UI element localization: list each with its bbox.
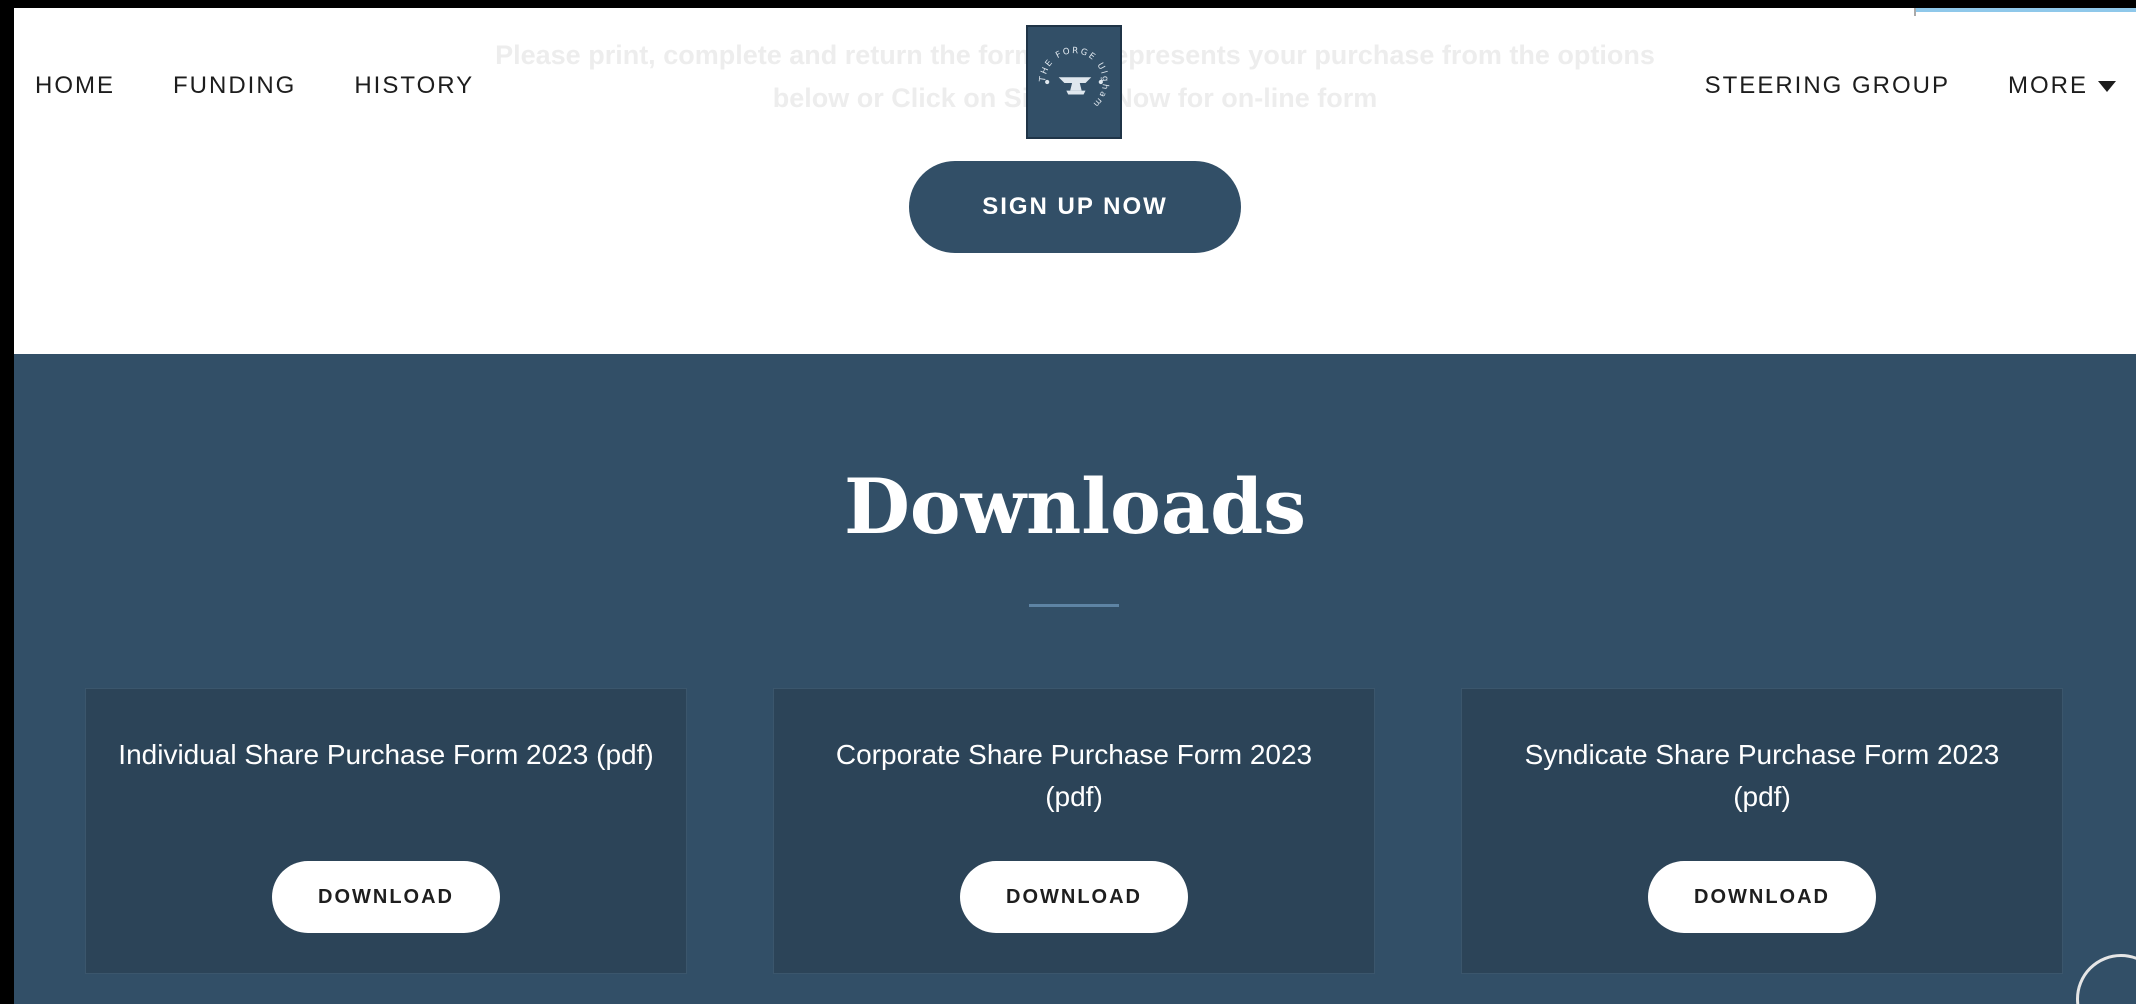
site-logo[interactable]: THE FORGE Ulgham <box>1026 25 1122 139</box>
nav-funding-link[interactable]: FUNDING <box>173 72 296 100</box>
nav-more-label: MORE <box>2008 72 2088 99</box>
download-card-corporate: Corporate Share Purchase Form 2023 (pdf)… <box>773 688 1375 974</box>
signup-container: SIGN UP NOW <box>14 161 2136 253</box>
nav-right: STEERING GROUP MORE <box>1705 72 2116 100</box>
sign-up-now-button[interactable]: SIGN UP NOW <box>909 161 1241 253</box>
download-card-syndicate: Syndicate Share Purchase Form 2023 (pdf)… <box>1461 688 2063 974</box>
download-corporate-button[interactable]: DOWNLOAD <box>960 861 1188 933</box>
nav-steering-group-link[interactable]: STEERING GROUP <box>1705 72 1950 100</box>
nav-home-link[interactable]: HOME <box>35 72 115 100</box>
download-card-individual: Individual Share Purchase Form 2023 (pdf… <box>85 688 687 974</box>
downloads-section: Downloads Individual Share Purchase Form… <box>14 354 2136 1004</box>
page-frame: Please print, complete and return the fo… <box>14 8 2136 1004</box>
downloads-heading: Downloads <box>843 462 1306 551</box>
caret-down-icon <box>2098 81 2116 93</box>
card-title: Individual Share Purchase Form 2023 (pdf… <box>118 739 654 770</box>
nav-history-link[interactable]: HISTORY <box>354 72 474 100</box>
nav-more-dropdown[interactable]: MORE <box>2008 72 2116 100</box>
card-title: Corporate Share Purchase Form 2023 (pdf) <box>835 739 1313 812</box>
site-header: HOME FUNDING HISTORY THE FORGE Ulgham ST… <box>14 8 2136 158</box>
chat-widget-button[interactable] <box>2076 954 2136 1004</box>
nav-left: HOME FUNDING HISTORY <box>35 72 474 100</box>
download-individual-button[interactable]: DOWNLOAD <box>272 861 500 933</box>
section-divider <box>1029 604 1119 607</box>
card-title: Syndicate Share Purchase Form 2023 (pdf) <box>1524 739 2000 812</box>
forge-anvil-logo-icon: THE FORGE Ulgham <box>1038 46 1108 110</box>
download-syndicate-button[interactable]: DOWNLOAD <box>1648 861 1876 933</box>
